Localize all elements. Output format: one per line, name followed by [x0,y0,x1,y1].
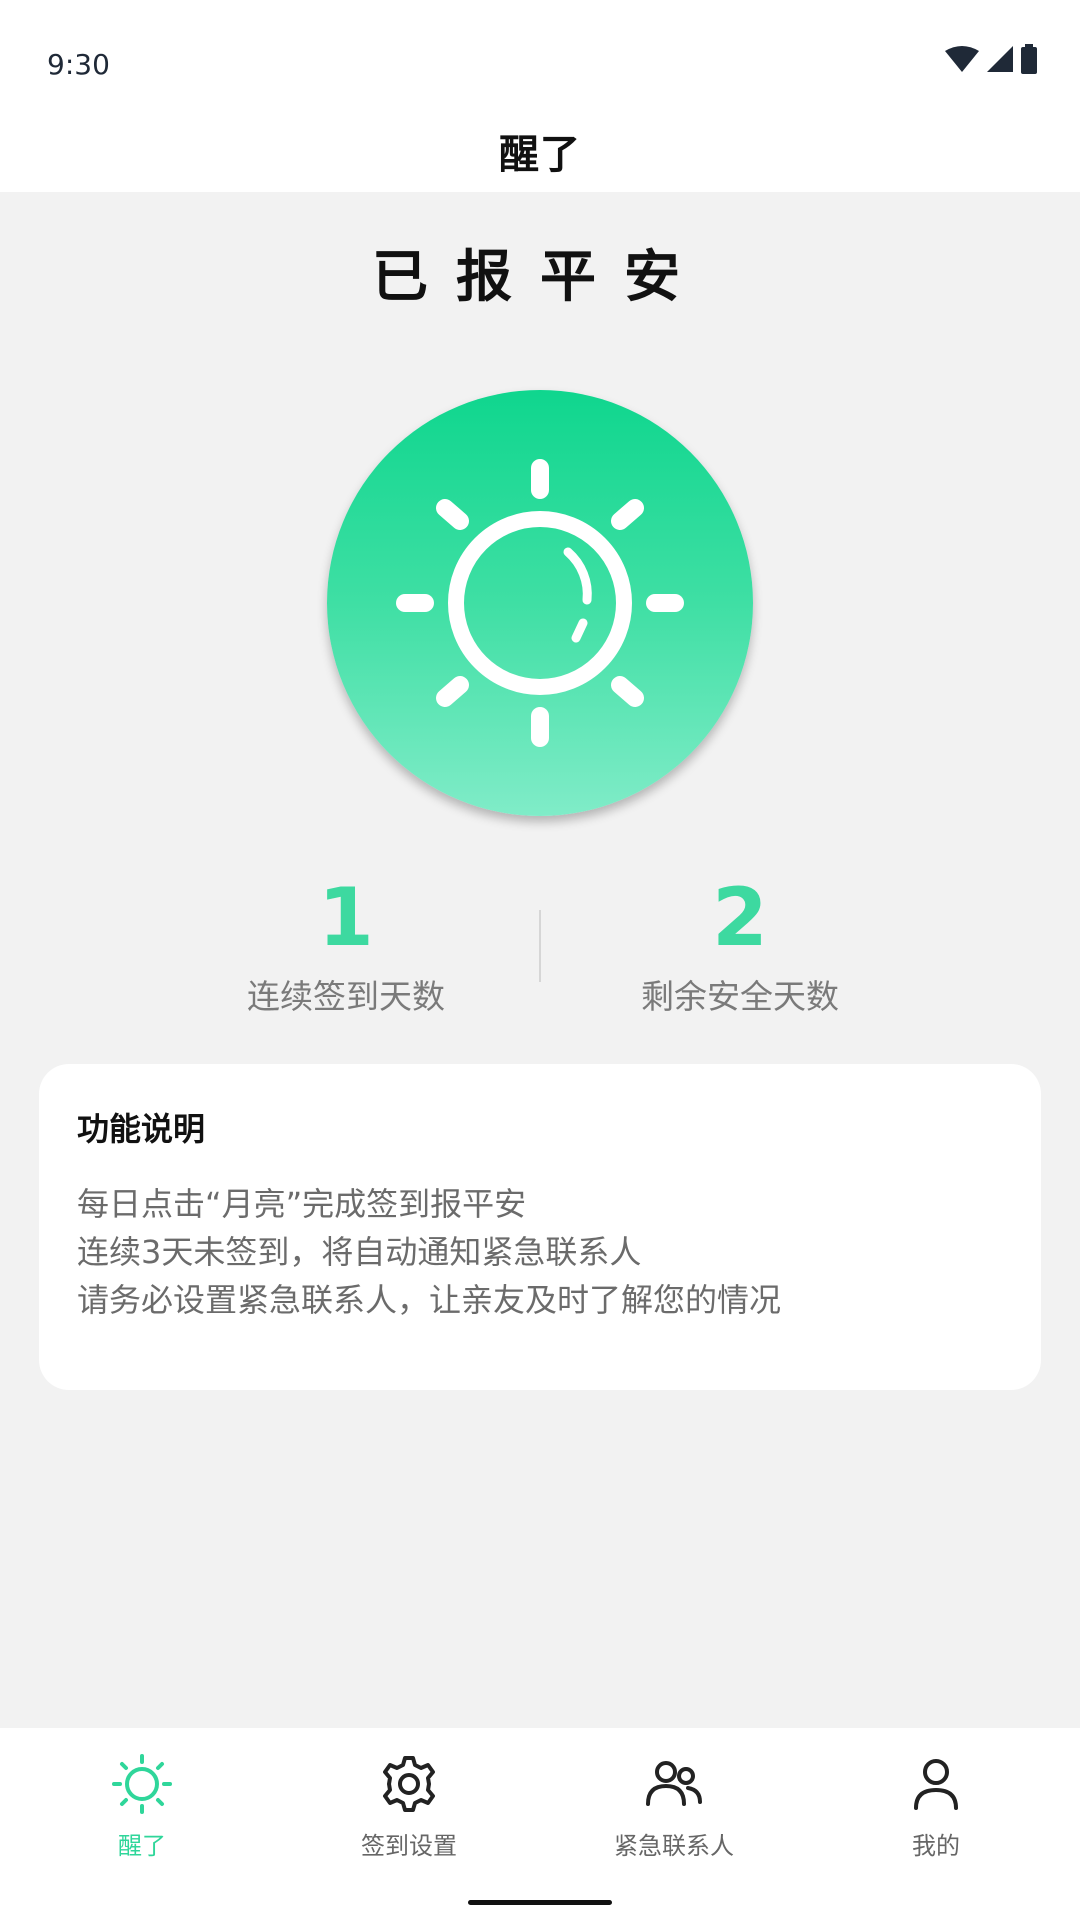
app-bar: 醒了 [0,110,1080,192]
card-line: 连续3天未签到，将自动通知紧急联系人 [77,1233,642,1271]
remaining-safe-days-value: 2 [712,871,768,964]
home-indicator[interactable] [468,1900,612,1905]
card-title: 功能说明 [77,1110,206,1148]
nav-item-emergency-contacts[interactable]: 紧急联系人 [544,1752,804,1861]
sun-icon [396,459,684,747]
status-time: 9:30 [47,48,110,81]
feature-description-card: 功能说明 每日点击“月亮”完成签到报平安 连续3天未签到，将自动通知紧急联系人 … [39,1064,1041,1390]
card-line: 每日点击“月亮”完成签到报平安 [77,1185,527,1223]
wifi-icon [945,46,979,72]
consecutive-days-value: 1 [318,871,374,964]
consecutive-days-label: 连续签到天数 [247,977,445,1016]
nav-label-checkin-settings: 签到设置 [361,1832,457,1860]
card-line: 请务必设置紧急联系人，让亲友及时了解您的情况 [77,1281,782,1319]
status-icons [944,44,1038,74]
nav-label-emergency-contacts: 紧急联系人 [614,1832,734,1860]
status-bar: 9:30 [0,0,1080,110]
nav-item-home[interactable]: 醒了 [12,1752,272,1861]
nav-label-home: 醒了 [118,1832,166,1860]
stats-divider [539,910,541,982]
contacts-icon [646,1761,702,1806]
person-icon [914,1759,958,1810]
nav-item-mine[interactable]: 我的 [806,1752,1066,1861]
checkin-status-headline: 已报平安 [372,244,708,310]
consecutive-days-stat: 1 连续签到天数 [186,870,506,1018]
remaining-safe-days-label: 剩余安全天数 [641,977,839,1016]
gear-icon [383,1756,435,1812]
nav-label-mine: 我的 [912,1832,960,1860]
battery-icon [1021,44,1037,74]
cell-signal-icon [987,46,1013,72]
sun-icon [112,1754,172,1814]
remaining-safe-days-stat: 2 剩余安全天数 [580,870,900,1018]
card-body: 每日点击“月亮”完成签到报平安 连续3天未签到，将自动通知紧急联系人 请务必设置… [77,1180,781,1324]
checkin-button[interactable] [327,390,753,816]
nav-item-checkin-settings[interactable]: 签到设置 [279,1752,539,1861]
stats-panel: 1 连续签到天数 2 剩余安全天数 [0,870,1080,1030]
page-title: 醒了 [499,132,581,178]
bottom-nav: 醒了 签到设置 紧急联系人 我的 [0,1728,1080,1920]
